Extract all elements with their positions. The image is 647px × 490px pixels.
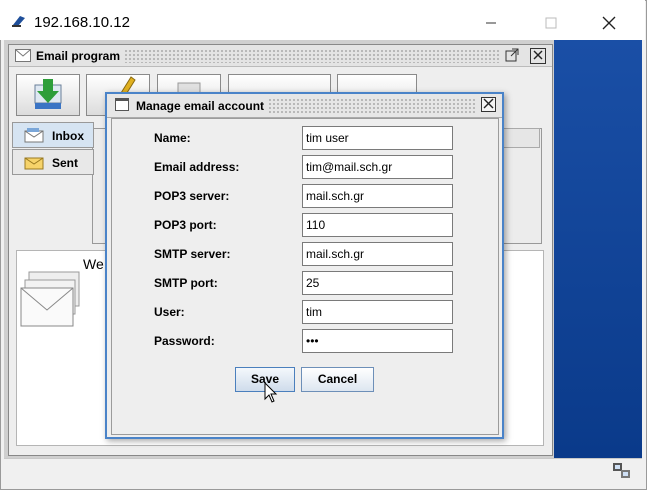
tab-sent-label: Sent bbox=[52, 156, 79, 170]
dialog-close-icon[interactable] bbox=[481, 97, 496, 112]
remote-desktop-icon bbox=[12, 15, 26, 27]
desktop-background bbox=[554, 40, 642, 458]
window-icon-bar bbox=[115, 98, 129, 101]
receive-mail-icon bbox=[34, 79, 62, 109]
password-label: Password: bbox=[154, 334, 215, 348]
titlebar-grip bbox=[124, 49, 499, 63]
smtp-server-label: SMTP server: bbox=[154, 247, 231, 261]
email-address-label: Email address: bbox=[154, 160, 240, 174]
pop-out-icon[interactable] bbox=[504, 48, 520, 64]
envelopes-icon bbox=[19, 268, 83, 332]
welcome-text: We bbox=[83, 256, 104, 272]
user-field[interactable]: tim bbox=[302, 300, 453, 324]
inbox-icon bbox=[24, 128, 46, 143]
status-bar bbox=[4, 458, 642, 488]
smtp-server-field[interactable]: mail.sch.gr bbox=[302, 242, 453, 266]
receive-mail-button[interactable] bbox=[16, 74, 80, 116]
user-label: User: bbox=[154, 305, 185, 319]
close-button[interactable] bbox=[586, 8, 632, 38]
smtp-port-field[interactable]: 25 bbox=[302, 271, 453, 295]
pop3-server-label: POP3 server: bbox=[154, 189, 230, 203]
window-title: 192.168.10.12 bbox=[34, 14, 130, 31]
dialog-titlebar-grip bbox=[268, 98, 476, 113]
maximize-button[interactable] bbox=[528, 8, 574, 38]
name-label: Name: bbox=[154, 131, 191, 145]
envelope-icon bbox=[15, 49, 31, 62]
message-list-header bbox=[500, 128, 540, 148]
cancel-button[interactable]: Cancel bbox=[301, 367, 374, 392]
password-field[interactable]: ••• bbox=[302, 329, 453, 353]
email-address-field[interactable]: tim@mail.sch.gr bbox=[302, 155, 453, 179]
pop3-port-field[interactable]: 110 bbox=[302, 213, 453, 237]
network-icon bbox=[612, 462, 632, 480]
pop3-port-label: POP3 port: bbox=[154, 218, 217, 232]
pop3-server-field[interactable]: mail.sch.gr bbox=[302, 184, 453, 208]
minimize-button[interactable] bbox=[468, 8, 514, 38]
email-program-title: Email program bbox=[36, 49, 121, 63]
dialog-title: Manage email account bbox=[136, 99, 265, 113]
smtp-port-label: SMTP port: bbox=[154, 276, 218, 290]
name-field[interactable]: tim user bbox=[302, 126, 453, 150]
mouse-cursor-icon bbox=[264, 381, 278, 404]
sent-icon bbox=[24, 155, 46, 170]
tab-inbox-label: Inbox bbox=[52, 129, 84, 143]
frame-close-icon[interactable] bbox=[530, 48, 546, 64]
